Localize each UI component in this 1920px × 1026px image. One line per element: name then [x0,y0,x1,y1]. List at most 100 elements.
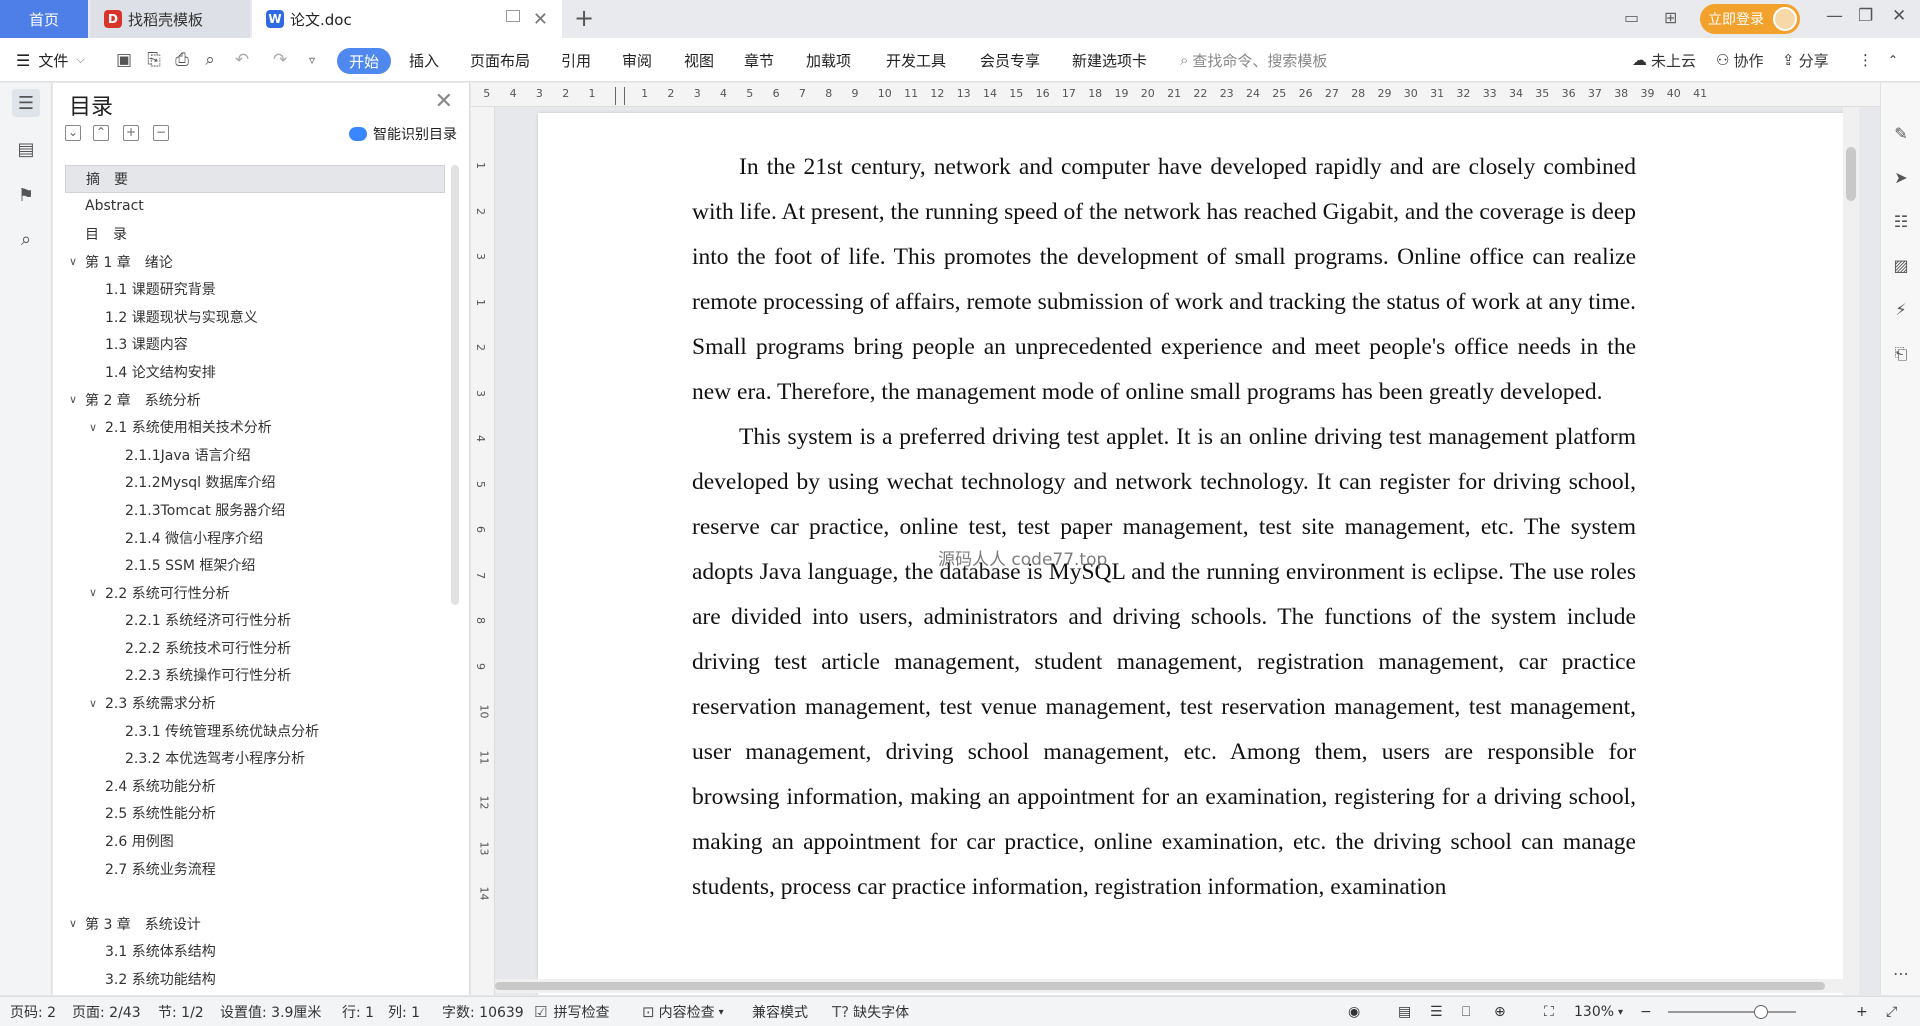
remove-heading-icon[interactable]: − [153,125,169,141]
layout-icon[interactable]: ▭ [1624,8,1646,28]
toc-item[interactable]: 2.1.3Tomcat 服务器介绍 [65,496,445,524]
vertical-ruler[interactable]: 1 2 3 1 2 3 4 5 6 7 8 9 10 11 12 13 14 [471,107,495,995]
ribbon-tab-chapter[interactable]: 章节 [744,38,774,82]
toc-item[interactable]: ∨ 2.2 系统可行性分析 [65,579,445,607]
chevron-down-icon[interactable]: ∨ [89,697,105,710]
page-number[interactable]: 页码: 2 [10,997,56,1026]
toc-scrollbar[interactable] [451,165,459,605]
paragraph[interactable]: This system is a preferred driving test … [692,415,1636,910]
toc-item[interactable]: 2.2.1 系统经济可行性分析 [65,607,445,635]
outline-view-icon[interactable]: ☰ [1430,997,1443,1026]
zoom-in-icon[interactable]: + [1856,997,1868,1026]
chevron-down-icon[interactable]: ∨ [89,586,105,599]
find-icon[interactable]: ⌕ [12,225,40,253]
ai-assistant-icon[interactable]: ⚡ [1890,299,1912,321]
compat-mode[interactable]: 兼容模式 [752,997,808,1026]
ribbon-tab-references[interactable]: 引用 [561,38,591,82]
fit-page-icon[interactable]: ⛶ [1544,997,1554,1026]
toc-item[interactable]: 目 录 [65,220,445,248]
toc-item[interactable]: 1.3 课题内容 [65,331,445,359]
toc-item[interactable]: ∨ 第 1 章 绪论 [65,248,445,276]
ribbon-tab-member[interactable]: 会员专享 [980,38,1040,82]
toc-item[interactable]: 2.4 系统功能分析 [65,772,445,800]
toc-item[interactable]: ∨ 第 3 章 系统设计 [65,910,445,938]
web-view-icon[interactable]: ⊕ [1494,997,1506,1026]
print-icon[interactable]: ⎙ [172,50,192,70]
toc-item[interactable]: ∨ 2.1 系统使用相关技术分析 [65,413,445,441]
undo-icon[interactable]: ↶ [232,50,252,70]
horizontal-scroll-thumb[interactable] [495,982,1825,990]
page-view-icon[interactable]: ▤ [1398,997,1411,1026]
export-pdf-icon[interactable]: ⎘ [144,50,164,70]
more-icon[interactable]: ⋯ [1890,963,1912,985]
collapse-all-icon[interactable]: ⌃ [93,125,109,141]
eye-protect-icon[interactable]: ◉ [1348,997,1360,1026]
close-tab-icon[interactable]: ✕ [533,9,548,30]
missing-font[interactable]: T? 缺失字体 [832,997,909,1026]
chevron-down-icon[interactable]: ∨ [69,255,85,268]
edit-pen-icon[interactable]: ✎ [1890,123,1912,145]
document-page[interactable]: In the 21st century, network and compute… [538,113,1845,995]
ribbon-tab-addins[interactable]: 加载项 [806,38,851,82]
toc-item[interactable]: 1.1 课题研究背景 [65,275,445,303]
cloud-status[interactable]: ☁ 未上云 [1632,38,1696,82]
vertical-scrollbar[interactable] [1843,107,1859,995]
fullscreen-icon[interactable]: ⤢ [1886,997,1897,1026]
chapter-nav-icon[interactable]: ▤ [12,135,40,163]
paragraph[interactable]: In the 21st century, network and compute… [692,145,1636,415]
zoom-level[interactable]: 130% ▾ [1574,997,1623,1026]
bookmark-icon[interactable]: ⚑ [12,181,40,209]
toc-item[interactable]: 3.1 系统体系结构 [65,938,445,966]
ribbon-tab-developer[interactable]: 开发工具 [886,38,946,82]
setting-value[interactable]: 设置值: 3.9厘米 [220,997,321,1026]
section-indicator[interactable]: 节: 1/2 [158,997,204,1026]
image-tool-icon[interactable]: ▨ [1890,255,1912,277]
collapse-ribbon-icon[interactable]: ⌃ [1888,38,1898,82]
vertical-scroll-thumb[interactable] [1846,147,1856,201]
share-button[interactable]: ⇪ 分享 [1782,38,1829,82]
save-icon[interactable]: ▣ [114,50,134,70]
more-options-icon[interactable]: ⋮ [1858,38,1873,82]
page-count[interactable]: 页面: 2/43 [72,997,141,1026]
quick-access-dropdown-icon[interactable]: ▿ [302,50,322,70]
adjust-icon[interactable]: ☷ [1890,211,1912,233]
close-icon[interactable]: ✕ [435,89,453,114]
ribbon-tab-view[interactable]: 视图 [684,38,714,82]
toc-item[interactable]: 2.2.3 系统操作可行性分析 [65,662,445,690]
word-count[interactable]: 字数: 10639 [442,997,524,1026]
spell-check[interactable]: ☑ 拼写检查 [534,997,609,1026]
restore-icon[interactable]: ❐ [1858,6,1873,26]
toc-item[interactable]: 摘 要 [65,165,445,193]
toc-item[interactable]: 2.1.2Mysql 数据库介绍 [65,469,445,497]
toc-item[interactable]: 2.7 系统业务流程 [65,855,445,883]
expand-all-icon[interactable]: ⌄ [65,125,81,141]
zoom-slider-thumb[interactable] [1754,1005,1768,1019]
toc-item[interactable]: 1.4 论文结构安排 [65,358,445,386]
add-heading-icon[interactable]: + [123,125,139,141]
ribbon-tab-insert[interactable]: 插入 [409,38,439,82]
zoom-slider[interactable] [1668,1005,1796,1019]
toc-item[interactable]: 2.3.2 本优选驾考小程序分析 [65,744,445,772]
chevron-down-icon[interactable]: ∨ [89,421,105,434]
chevron-down-icon[interactable]: ∨ [69,917,85,930]
select-cursor-icon[interactable]: ➤ [1890,167,1912,189]
chevron-down-icon[interactable]: ∨ [69,393,85,406]
tab-home[interactable]: 首页 [0,0,88,38]
reading-mode-icon[interactable]: ⎗ [1890,343,1912,365]
toc-item[interactable]: ∨ 2.3 系统需求分析 [65,689,445,717]
read-view-icon[interactable]: ⎕ [1462,997,1470,1026]
tab-template[interactable]: D 找稻壳模板 [90,0,250,38]
toc-item[interactable]: 2.5 系统性能分析 [65,800,445,828]
toc-panel-icon[interactable]: ☰ [12,89,40,117]
toc-item[interactable]: ∨ 第 2 章 系统分析 [65,386,445,414]
document-body[interactable]: In the 21st century, network and compute… [692,145,1636,910]
new-tab-button[interactable]: + [574,4,594,32]
ribbon-tab-page-layout[interactable]: 页面布局 [470,38,530,82]
toc-item[interactable]: 2.1.1Java 语言介绍 [65,441,445,469]
toc-item[interactable]: 3.2 系统功能结构 [65,965,445,993]
minimize-icon[interactable]: — [1826,6,1843,26]
close-window-icon[interactable]: ✕ [1892,6,1906,26]
content-check[interactable]: ⊡ 内容检查 ▾ [642,997,724,1026]
command-search[interactable]: ⌕ 查找命令、搜索模板 [1180,38,1327,82]
ribbon-tab-review[interactable]: 审阅 [622,38,652,82]
